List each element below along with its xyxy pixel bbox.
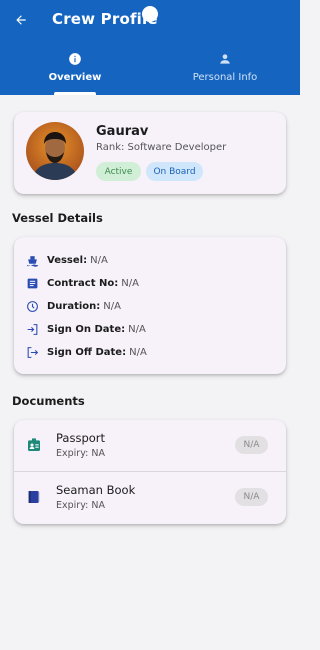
- tab-label: Overview: [48, 72, 102, 83]
- document-status-badge: N/A: [235, 436, 268, 454]
- sign-on-value: N/A: [128, 323, 146, 335]
- profile-name: Gaurav: [96, 124, 149, 139]
- info-icon: [67, 51, 83, 67]
- document-expiry: Expiry: NA: [56, 500, 105, 511]
- contract-label: Contract No:: [47, 277, 119, 289]
- sign-off-label: Sign Off Date:: [47, 346, 127, 358]
- sign-off-row: Sign Off Date: N/A: [26, 344, 147, 360]
- profile-card: Gaurav Rank: Software Developer Active O…: [14, 112, 286, 194]
- document-icon: [26, 277, 39, 290]
- document-name: Seaman Book: [56, 483, 136, 497]
- duration-value: N/A: [103, 300, 121, 312]
- document-item-passport[interactable]: Passport Expiry: NA N/A: [14, 420, 286, 472]
- tab-label: Personal Info: [192, 72, 258, 83]
- book-icon: [26, 489, 42, 505]
- login-icon: [26, 323, 39, 336]
- tab-bar: Overview Personal Info: [0, 48, 300, 95]
- vessel-label: Vessel:: [47, 254, 88, 266]
- sign-on-row: Sign On Date: N/A: [26, 321, 146, 337]
- documents-card: Passport Expiry: NA N/A Seaman Book Expi…: [14, 420, 286, 524]
- vessel-details-card: Vessel: N/A Contract No: N/A Duration: N…: [14, 237, 286, 374]
- clock-icon: [26, 300, 39, 313]
- duration-row: Duration: N/A: [26, 298, 121, 314]
- status-badge-active: Active: [96, 162, 141, 181]
- document-name: Passport: [56, 431, 106, 445]
- vessel-row: Vessel: N/A: [26, 252, 108, 268]
- tab-indicator: [54, 92, 96, 95]
- duration-label: Duration:: [47, 300, 101, 312]
- document-item-seaman-book[interactable]: Seaman Book Expiry: NA N/A: [14, 472, 286, 524]
- contract-row: Contract No: N/A: [26, 275, 139, 291]
- documents-heading: Documents: [12, 394, 85, 408]
- badge-icon: [26, 437, 42, 453]
- document-status-badge: N/A: [235, 488, 268, 506]
- app-bar: Crew Profile Overview Personal Info: [0, 0, 300, 95]
- sign-off-value: N/A: [129, 346, 147, 358]
- avatar: [26, 122, 84, 180]
- tab-personal-info[interactable]: Personal Info: [150, 48, 300, 95]
- profile-rank: Rank: Software Developer: [96, 142, 227, 153]
- vessel-value: N/A: [90, 254, 108, 266]
- status-badge-on-board: On Board: [146, 162, 203, 181]
- vessel-details-heading: Vessel Details: [12, 211, 103, 225]
- status-dot: [142, 6, 158, 22]
- logout-icon: [26, 346, 39, 359]
- sign-on-label: Sign On Date:: [47, 323, 126, 335]
- ship-icon: [26, 254, 39, 267]
- person-icon: [217, 51, 233, 67]
- tab-overview[interactable]: Overview: [0, 48, 150, 95]
- document-expiry: Expiry: NA: [56, 448, 105, 459]
- back-arrow-icon[interactable]: [10, 9, 32, 31]
- title-bar: Crew Profile: [0, 0, 300, 42]
- contract-value: N/A: [121, 277, 139, 289]
